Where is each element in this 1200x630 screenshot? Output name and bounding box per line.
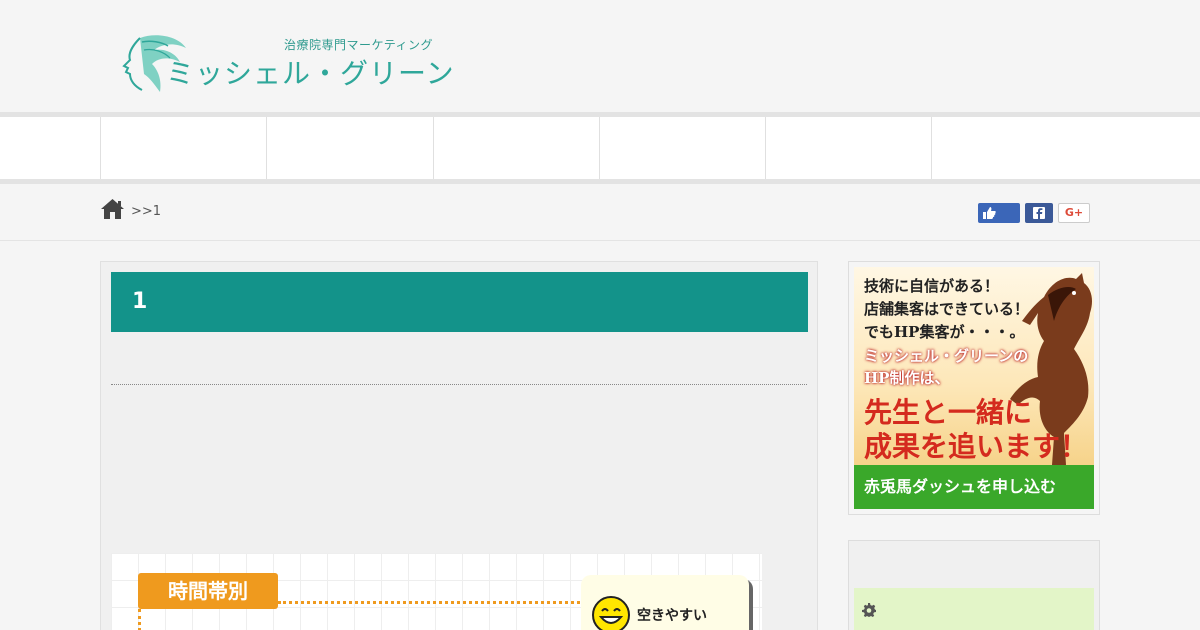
nav-item-2[interactable] xyxy=(266,117,433,179)
legend-label: 空きやすい xyxy=(637,608,707,624)
banner-line: でもHP集客が・・・。 xyxy=(864,323,1025,341)
home-icon[interactable] xyxy=(100,198,125,220)
facebook-icon xyxy=(1033,207,1045,219)
apply-button[interactable]: 赤兎馬ダッシュを申し込む xyxy=(854,465,1094,509)
facebook-share-button[interactable] xyxy=(1025,203,1053,223)
divider xyxy=(111,384,807,385)
google-plus-share-button[interactable]: G+ xyxy=(1058,203,1090,223)
breadcrumb-bar: >>1 G+ xyxy=(0,184,1200,241)
nav-item-3[interactable] xyxy=(433,117,599,179)
nav-item-4[interactable] xyxy=(599,117,765,179)
banner-headline: 成果を追います！ xyxy=(864,430,1089,463)
nav-item-1[interactable] xyxy=(100,117,266,179)
page-title: 1 xyxy=(132,289,148,314)
site-logo[interactable]: 治療院専門マーケティング ミッシェル・グリーン xyxy=(118,30,454,96)
sidebar-widget xyxy=(848,540,1100,630)
time-slot-badge: 時間帯別 xyxy=(138,573,278,609)
main-nav xyxy=(0,112,1200,184)
logo-brand-name: ミッシェル・グリーン xyxy=(166,57,455,90)
sidebar-banner[interactable]: 技術に自信がある！ 店舗集客はできている！ でもHP集客が・・・。 ミッシェル・… xyxy=(848,261,1100,515)
thumbs-up-icon xyxy=(983,207,996,219)
dotted-connector-vertical xyxy=(138,609,141,630)
banner-line: HP制作は、 xyxy=(864,369,950,387)
article-title-bar: 1 xyxy=(111,272,808,332)
main-content: 1 時間帯別 空きやすい xyxy=(100,261,818,630)
smile-face-icon xyxy=(592,596,630,630)
site-header: 治療院専門マーケティング ミッシェル・グリーン xyxy=(0,0,1200,112)
gear-icon xyxy=(862,603,876,617)
banner-line: 技術に自信がある！ xyxy=(864,277,1000,295)
banner-image: 技術に自信がある！ 店舗集客はできている！ でもHP集客が・・・。 ミッシェル・… xyxy=(854,267,1094,465)
legend-card: 空きやすい xyxy=(581,575,749,630)
logo-tagline: 治療院専門マーケティング xyxy=(284,38,434,52)
like-button[interactable] xyxy=(978,203,1020,223)
widget-header xyxy=(854,588,1094,630)
breadcrumb: >>1 xyxy=(131,204,162,219)
banner-line: 店舗集客はできている！ xyxy=(864,300,1030,318)
banner-line: ミッシェル・グリーンの xyxy=(864,347,1029,365)
nav-item-6[interactable] xyxy=(931,117,1100,179)
nav-item-5[interactable] xyxy=(765,117,931,179)
article-image: 時間帯別 空きやすい xyxy=(111,553,762,630)
